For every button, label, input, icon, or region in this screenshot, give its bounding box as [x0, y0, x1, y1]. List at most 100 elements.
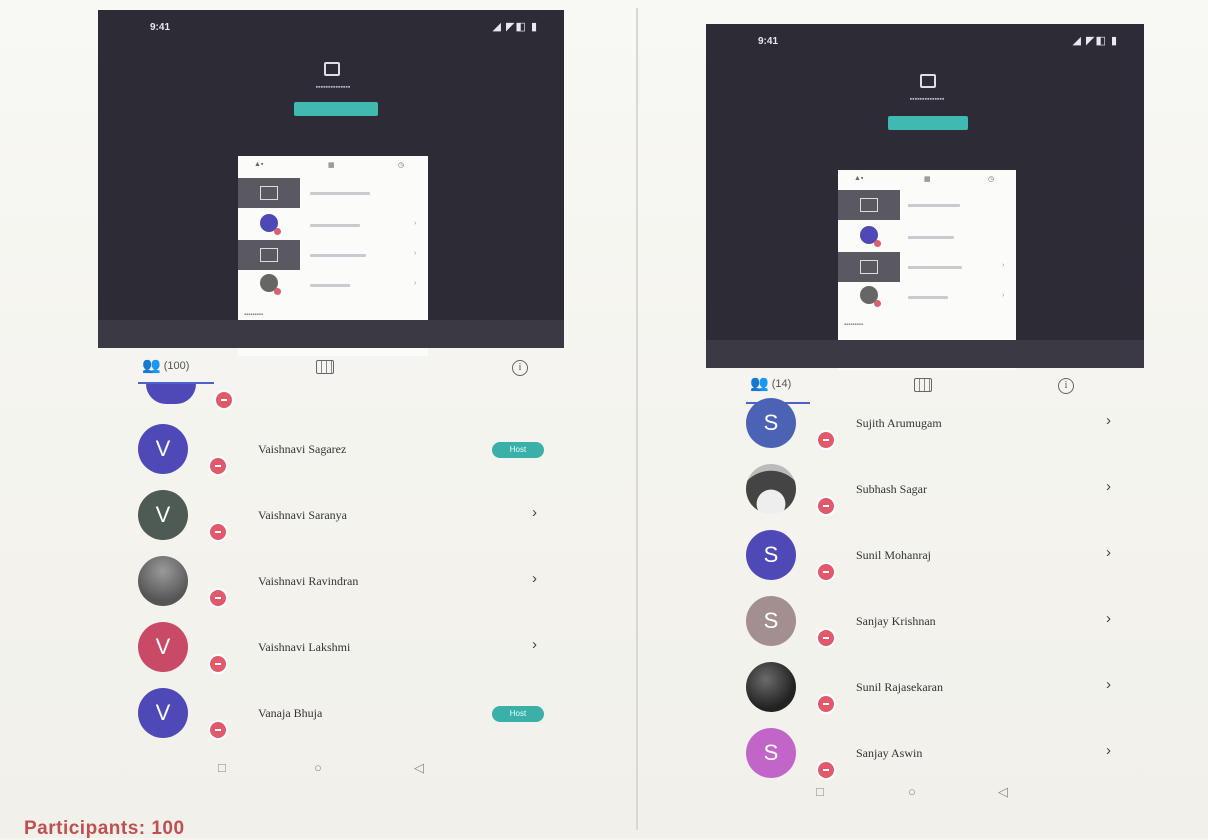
- avatar: [138, 556, 188, 606]
- dark-bottom-strip: [98, 320, 564, 348]
- chevron-right-icon[interactable]: ›: [1106, 676, 1111, 693]
- people-icon: 👥: [750, 375, 769, 392]
- participant-row[interactable]: S Sunil Mohanraj ›: [746, 530, 1136, 590]
- muted-mic-icon: [816, 628, 836, 648]
- muted-mic-icon: [816, 430, 836, 450]
- stop-share-button[interactable]: [294, 102, 378, 116]
- avatar: V: [138, 424, 188, 474]
- shared-screen-area: 9:41 ◢ ◤◧ ▮ ▪▪▪▪▪▪▪▪▪▪▪▪▪▪ ▲▪ ▦ ◷ › › ▪▪…: [706, 24, 1144, 370]
- avatar: [746, 662, 796, 712]
- participant-name: Vaishnavi Lakshmi: [258, 640, 351, 654]
- chevron-right-icon[interactable]: ›: [532, 570, 537, 587]
- android-nav-bar: □ ○ ◁: [816, 784, 1036, 808]
- chevron-right-icon[interactable]: ›: [532, 636, 537, 653]
- chevron-right-icon[interactable]: ›: [532, 504, 537, 521]
- host-badge: Host: [492, 442, 544, 458]
- recent-button[interactable]: □: [218, 760, 226, 775]
- participant-name: Subhash Sagar: [856, 482, 927, 496]
- participant-name: Sanjay Krishnan: [856, 614, 936, 628]
- avatar: S: [746, 728, 796, 778]
- avatar-partial: [146, 384, 196, 404]
- share-text: ▪▪▪▪▪▪▪▪▪▪▪▪▪▪: [909, 96, 945, 103]
- avatar: S: [746, 398, 796, 448]
- participant-row[interactable]: V Vaishnavi Sagarez Host: [138, 424, 562, 484]
- tab-info[interactable]: i: [512, 360, 528, 376]
- recent-button[interactable]: □: [816, 784, 824, 799]
- participant-row[interactable]: Vaishnavi Ravindran ›: [138, 556, 562, 616]
- muted-mic-icon: [208, 720, 228, 740]
- avatar: S: [746, 530, 796, 580]
- muted-mic-icon: [208, 522, 228, 542]
- status-bar: 9:41 ◢ ◤◧ ▮: [98, 18, 564, 38]
- participant-name: Sanjay Aswin: [856, 746, 923, 760]
- avatar: V: [138, 688, 188, 738]
- chevron-right-icon[interactable]: ›: [1106, 412, 1111, 429]
- left-phone-screen: 9:41 ◢ ◤◧ ▮ ▪▪▪▪▪▪▪▪▪▪▪▪▪▪ ▲▪ ▦ ◷ › › › …: [98, 10, 568, 800]
- participant-count: (14): [771, 377, 792, 390]
- participant-name: Sunil Rajasekaran: [856, 680, 943, 694]
- muted-mic-icon: [816, 694, 836, 714]
- stop-share-button[interactable]: [888, 116, 968, 130]
- host-badge: Host: [492, 706, 544, 722]
- tab-participants[interactable]: 👥 (100): [142, 358, 189, 373]
- status-bar: 9:41 ◢ ◤◧ ▮: [706, 32, 1144, 52]
- grid-icon: [316, 360, 334, 374]
- participant-row[interactable]: S Sujith Arumugam ›: [746, 398, 1136, 458]
- right-phone-screen: 9:41 ◢ ◤◧ ▮ ▪▪▪▪▪▪▪▪▪▪▪▪▪▪ ▲▪ ▦ ◷ › › ▪▪…: [706, 24, 1146, 814]
- back-button[interactable]: ◁: [414, 760, 424, 776]
- share-text: ▪▪▪▪▪▪▪▪▪▪▪▪▪▪: [315, 84, 351, 91]
- grid-icon: [914, 378, 932, 392]
- muted-mic-icon: [208, 588, 228, 608]
- chevron-right-icon[interactable]: ›: [1106, 742, 1111, 759]
- tab-info[interactable]: i: [1058, 378, 1074, 394]
- home-button[interactable]: ○: [908, 784, 916, 799]
- signal-icon: ◢ ◤◧ ▮: [492, 21, 538, 33]
- participant-name: Vanaja Bhuja: [258, 706, 323, 720]
- screen-share-icon: [920, 74, 936, 88]
- panel-divider: [636, 8, 638, 830]
- page: 9:41 ◢ ◤◧ ▮ ▪▪▪▪▪▪▪▪▪▪▪▪▪▪ ▲▪ ▦ ◷ › › › …: [0, 0, 1208, 839]
- signal-icon: ◢ ◤◧ ▮: [1072, 35, 1118, 47]
- participant-tabs: 👥 (100) i: [138, 352, 558, 386]
- chevron-right-icon[interactable]: ›: [1106, 544, 1111, 561]
- participant-count: (100): [163, 359, 190, 372]
- tab-gallery[interactable]: [914, 378, 932, 392]
- participant-name: Vaishnavi Ravindran: [258, 574, 359, 588]
- muted-mic-icon: [816, 496, 836, 516]
- mini-tabs: ▲▪ ▦ ◷: [854, 175, 995, 183]
- muted-mic-icon: [208, 654, 228, 674]
- participant-name: Sunil Mohanraj: [856, 548, 931, 562]
- participant-row[interactable]: S Sanjay Krishnan ›: [746, 596, 1136, 656]
- back-button[interactable]: ◁: [998, 784, 1008, 800]
- avatar: [746, 464, 796, 514]
- chevron-right-icon[interactable]: ›: [1106, 478, 1111, 495]
- participant-row[interactable]: Sunil Rajasekaran ›: [746, 662, 1136, 722]
- status-time: 9:41: [150, 22, 171, 33]
- avatar: V: [138, 622, 188, 672]
- participant-name: Sujith Arumugam: [856, 416, 942, 430]
- home-button[interactable]: ○: [314, 760, 322, 775]
- participant-name: Vaishnavi Saranya: [258, 508, 347, 522]
- participant-row[interactable]: V Vaishnavi Lakshmi ›: [138, 622, 562, 682]
- dark-bottom-strip: [706, 340, 1144, 368]
- tab-gallery[interactable]: [316, 360, 334, 374]
- info-icon: i: [512, 360, 528, 376]
- participant-name: Vaishnavi Sagarez: [258, 442, 347, 456]
- participant-row[interactable]: Subhash Sagar ›: [746, 464, 1136, 524]
- info-icon: i: [1058, 378, 1074, 394]
- avatar: V: [138, 490, 188, 540]
- participant-row[interactable]: V Vanaja Bhuja Host: [138, 688, 562, 748]
- figure-caption: Participants: 100: [24, 818, 185, 839]
- screen-share-icon: [324, 62, 340, 76]
- android-nav-bar: □ ○ ◁: [218, 760, 438, 784]
- participant-row[interactable]: V Vaishnavi Saranya ›: [138, 490, 562, 550]
- muted-mic-icon: [208, 456, 228, 476]
- participant-row[interactable]: S Sanjay Aswin ›: [746, 728, 1136, 788]
- muted-mic-icon: [816, 562, 836, 582]
- tab-participants[interactable]: 👥 (14): [750, 376, 791, 391]
- badge-partial: [214, 390, 234, 410]
- chevron-right-icon[interactable]: ›: [1106, 610, 1111, 627]
- people-icon: 👥: [142, 357, 161, 374]
- avatar: S: [746, 596, 796, 646]
- mini-tabs: ▲▪ ▦ ◷: [254, 161, 405, 169]
